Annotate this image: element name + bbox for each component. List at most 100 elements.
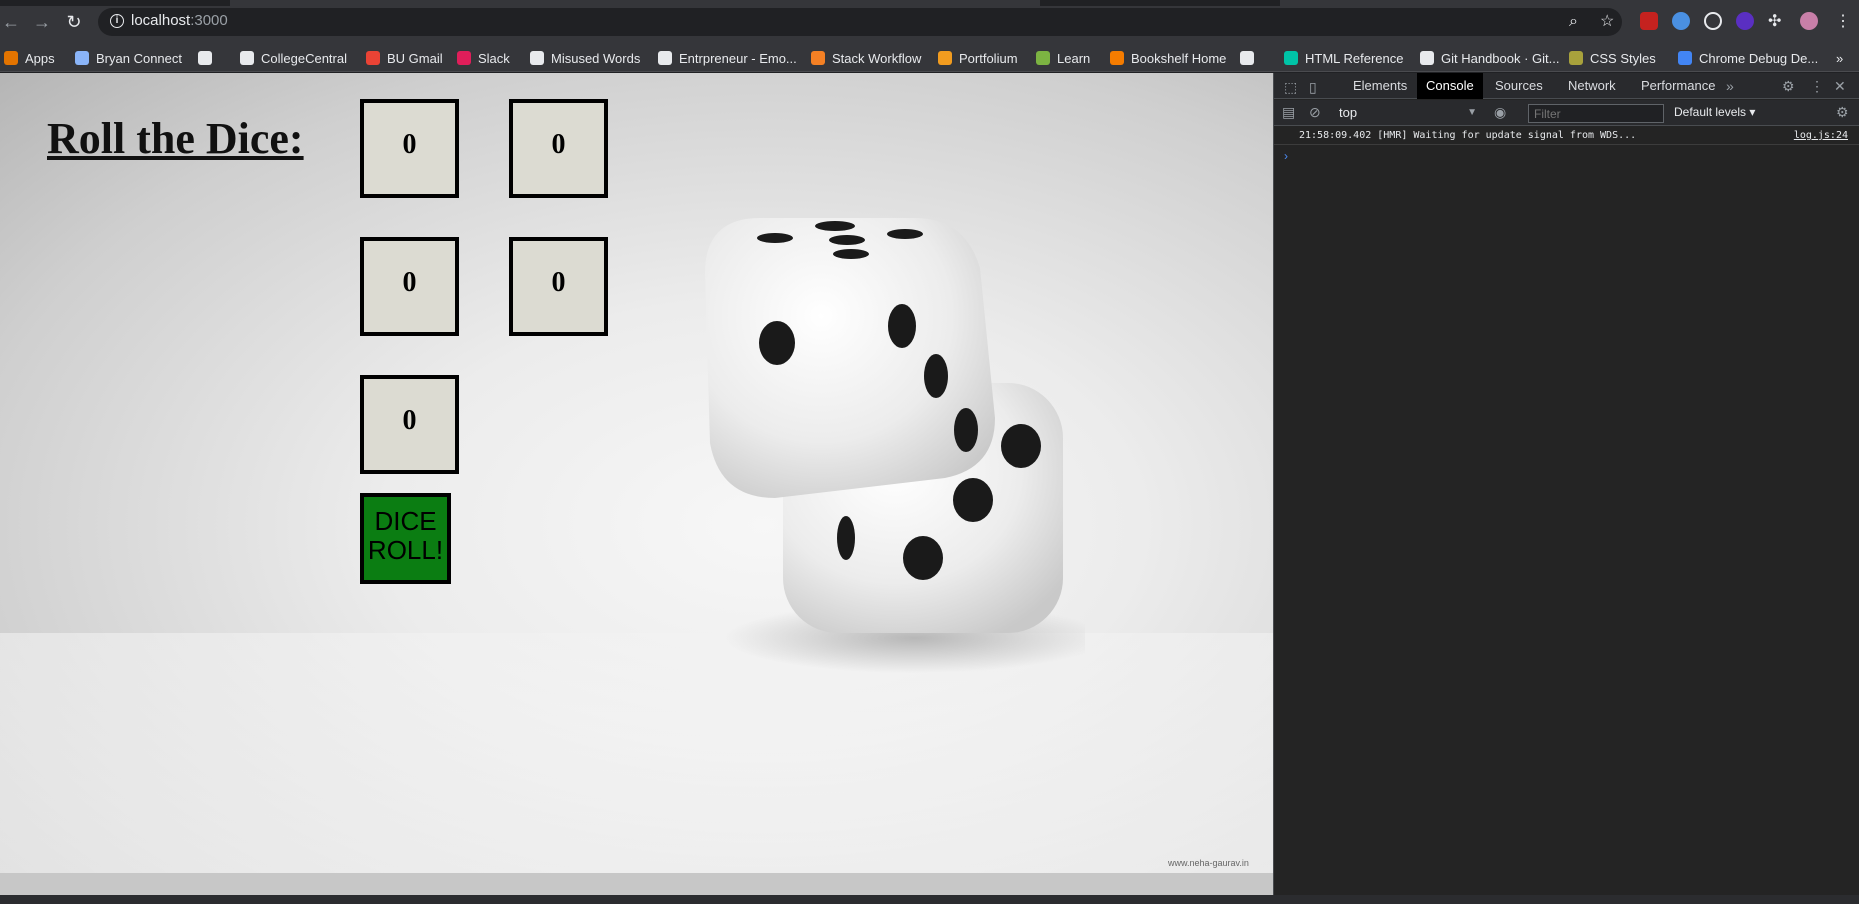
bookmark-item[interactable]: [1240, 50, 1261, 68]
tab-strip-segment: [1280, 0, 1859, 6]
bookmark-label: CSS Styles: [1590, 51, 1656, 66]
extension-icon[interactable]: [1640, 12, 1658, 30]
die-pip: [903, 536, 943, 580]
tab-strip: [0, 0, 1859, 6]
die-pip: [833, 249, 869, 259]
die-pip: [954, 408, 978, 452]
bookmark-label: Bryan Connect: [96, 51, 182, 66]
die-pip: [953, 478, 993, 522]
tab-strip-segment: [230, 0, 1040, 6]
reload-icon[interactable]: ↻: [64, 12, 84, 32]
console-prompt[interactable]: ›: [1284, 149, 1288, 163]
tab-sources[interactable]: Sources: [1486, 73, 1552, 99]
bookmark-label: Bookshelf Home: [1131, 51, 1227, 66]
sidebar-toggle-icon[interactable]: ▤: [1282, 104, 1295, 120]
site-info-icon[interactable]: i: [110, 14, 124, 28]
log-levels-dropdown[interactable]: Default levels ▾: [1674, 105, 1755, 119]
console-filter-input[interactable]: [1528, 104, 1664, 123]
url-host: localhost: [131, 12, 191, 29]
window-bottom-edge: [0, 895, 1859, 904]
menu-kebab-icon[interactable]: ⋮: [1835, 12, 1851, 32]
extension-badge-icon[interactable]: [1736, 12, 1754, 30]
bookmark-page-icon: [75, 51, 89, 65]
bookmark-item[interactable]: Git Handbook · Git...: [1420, 50, 1560, 68]
bookmark-star-icon[interactable]: ☆: [1600, 12, 1614, 32]
bookmark-label: Misused Words: [551, 51, 641, 66]
top-die: [705, 218, 995, 498]
bookmark-item[interactable]: HTML Reference: [1284, 50, 1404, 68]
bookmark-label: CollegeCentral: [261, 51, 347, 66]
device-toolbar-icon[interactable]: ▯: [1309, 79, 1317, 95]
bookmark-item[interactable]: BU Gmail: [366, 50, 443, 68]
tab-network[interactable]: Network: [1559, 73, 1625, 99]
log-message: 21:58:09.402 [HMR] Waiting for update si…: [1299, 130, 1637, 141]
slack-icon: [457, 51, 471, 65]
browser-toolbar: ← → ↻ i localhost:3000 ⌕ ☆ ✣ ⋮: [0, 0, 1859, 44]
console-log-row: 21:58:09.402 [HMR] Waiting for update si…: [1274, 127, 1859, 145]
chevron-down-icon: ▼: [1467, 107, 1477, 118]
address-bar[interactable]: [98, 8, 1622, 36]
dice-background-image: [705, 218, 1085, 673]
tab-elements[interactable]: Elements: [1344, 73, 1416, 99]
globe-icon: [240, 51, 254, 65]
cloud-extension-icon[interactable]: [1672, 12, 1690, 30]
url-port: :3000: [190, 12, 228, 29]
puzzle-extensions-icon[interactable]: ✣: [1768, 12, 1781, 32]
bookmark-item[interactable]: Bryan Connect: [75, 50, 182, 68]
bookmark-item[interactable]: CollegeCentral: [240, 50, 347, 68]
dice-value-box: 0: [360, 237, 459, 336]
bookmark-label: Learn: [1057, 51, 1091, 66]
dice-value-box: 0: [360, 375, 459, 474]
page-viewport: Roll the Dice: 0 0 0 0 0 DICE ROLL! www.…: [0, 73, 1273, 895]
die-pip: [757, 233, 793, 243]
die-pip: [837, 516, 855, 560]
forward-icon[interactable]: →: [32, 12, 52, 32]
bookmark-item[interactable]: CSS Styles: [1569, 50, 1656, 68]
devtools-tab-bar: ⬚ ▯ Elements Console Sources Network Per…: [1274, 73, 1859, 99]
inspect-element-icon[interactable]: ⬚: [1284, 79, 1297, 95]
url-text[interactable]: localhost:3000: [131, 12, 228, 29]
stack-icon: [811, 51, 825, 65]
log-source-link[interactable]: log.js:24: [1794, 130, 1848, 141]
bookmark-item[interactable]: Bookshelf Home: [1110, 50, 1226, 68]
bookmark-item[interactable]: Stack Workflow: [811, 50, 921, 68]
more-tabs-icon[interactable]: »: [1726, 78, 1734, 94]
bookmark-item[interactable]: Chrome Debug De...: [1678, 50, 1818, 68]
context-value: top: [1339, 105, 1358, 120]
bookmark-item[interactable]: Learn: [1036, 50, 1090, 68]
profile-avatar[interactable]: [1800, 12, 1818, 30]
css-icon: [1569, 51, 1583, 65]
bookmark-item[interactable]: Portfolium: [938, 50, 1018, 68]
bookmark-label: Entrpreneur - Emo...: [679, 51, 797, 66]
context-selector[interactable]: top ▼: [1339, 104, 1477, 122]
bookmark-label: Chrome Debug De...: [1699, 51, 1819, 66]
more-bookmarks-icon[interactable]: »: [1836, 50, 1843, 68]
bookmark-item[interactable]: Slack: [457, 50, 510, 68]
dice-value-box: 0: [509, 99, 608, 198]
console-settings-gear-icon[interactable]: ⚙: [1836, 104, 1849, 120]
bookmark-item[interactable]: Misused Words: [530, 50, 640, 68]
bookmark-item[interactable]: [198, 50, 219, 68]
zoom-icon[interactable]: ⌕: [1569, 12, 1578, 32]
tab-performance[interactable]: Performance: [1632, 73, 1724, 99]
bookshelf-icon: [1110, 51, 1124, 65]
die-pip: [759, 321, 795, 365]
e-letter-icon: [530, 51, 544, 65]
clear-console-icon[interactable]: ⊘: [1309, 104, 1321, 120]
dice-roll-button[interactable]: DICE ROLL!: [360, 493, 451, 584]
close-devtools-icon[interactable]: ✕: [1834, 78, 1846, 94]
devtools-menu-icon[interactable]: ⋮: [1810, 78, 1824, 94]
back-icon[interactable]: ←: [1, 12, 21, 32]
apps-grid-icon: [4, 51, 18, 65]
bookmarks-bar: Apps Bryan Connect CollegeCentral BU Gmail S…: [0, 44, 1859, 72]
settings-gear-icon[interactable]: ⚙: [1782, 78, 1795, 94]
tab-console[interactable]: Console: [1417, 73, 1483, 99]
bookmark-label: HTML Reference: [1305, 51, 1404, 66]
portfolium-icon: [938, 51, 952, 65]
target-extension-icon[interactable]: [1704, 12, 1722, 30]
bookmark-item[interactable]: Apps: [4, 50, 55, 68]
page-bottom-strip: [0, 873, 1273, 895]
bookmark-item[interactable]: Entrpreneur - Emo...: [658, 50, 797, 68]
bookmark-label: Git Handbook · Git...: [1441, 51, 1560, 66]
live-expression-eye-icon[interactable]: ◉: [1494, 104, 1506, 120]
